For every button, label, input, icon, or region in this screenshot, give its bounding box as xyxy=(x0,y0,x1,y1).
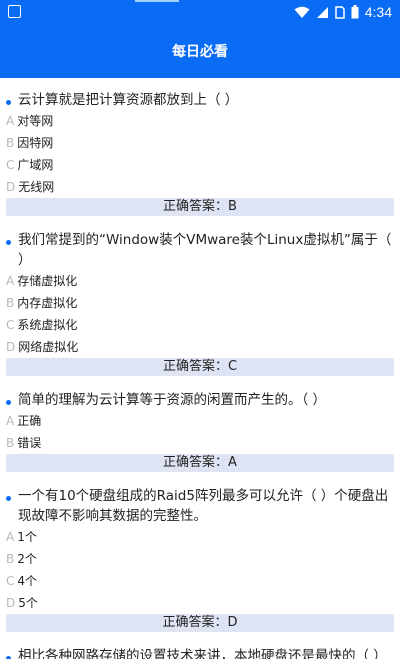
correct-answer-bar: 正确答案：B xyxy=(6,198,394,216)
question-text: 简单的理解为云计算等于资源的闲置而产生的。（ ） xyxy=(6,390,394,410)
option-letter: C xyxy=(6,574,15,588)
option-item[interactable]: C 4个 xyxy=(6,570,394,592)
option-text: 正确 xyxy=(17,414,42,428)
correct-answer-bar: 正确答案：C xyxy=(6,358,394,376)
option-letter: B xyxy=(6,436,15,450)
bullet-icon xyxy=(6,100,11,105)
option-text: 网络虚拟化 xyxy=(18,340,79,354)
option-letter: A xyxy=(6,274,15,288)
page-title: 每日必看 xyxy=(172,44,228,60)
option-item[interactable]: B 因特网 xyxy=(6,132,394,154)
option-text: 因特网 xyxy=(17,136,54,150)
option-text: 5个 xyxy=(18,596,38,610)
bullet-icon xyxy=(6,496,11,501)
question-text: 相比各种网路存储的设置技术来讲，本地硬盘还是最快的（ ） xyxy=(6,646,394,659)
option-letter: D xyxy=(6,340,16,354)
question-text: 云计算就是把计算资源都放到上（ ） xyxy=(6,90,394,110)
question-list[interactable]: 云计算就是把计算资源都放到上（ ） A 对等网 B 因特网 C 广域网 D 无线网 正确… xyxy=(0,90,400,659)
option-text: 对等网 xyxy=(17,114,54,128)
correct-answer-bar: 正确答案：A xyxy=(6,454,394,472)
status-bar: 4:34 xyxy=(0,0,400,24)
option-item[interactable]: B 错误 xyxy=(6,432,394,454)
option-item[interactable]: A 对等网 xyxy=(6,110,394,132)
option-item[interactable]: B 2个 xyxy=(6,548,394,570)
sim-icon xyxy=(335,5,345,19)
option-letter: B xyxy=(6,296,15,310)
option-text: 4个 xyxy=(17,574,38,588)
option-text: 无线网 xyxy=(18,180,55,194)
notification-indicator xyxy=(135,0,179,2)
question-text: 我们常提到的“Window装个VMware装个Linux虚拟机”属于（ ） xyxy=(6,230,394,270)
option-letter: A xyxy=(6,530,15,544)
wifi-icon xyxy=(294,6,310,18)
option-text: 内存虚拟化 xyxy=(17,296,78,310)
option-item[interactable]: C 系统虚拟化 xyxy=(6,314,394,336)
option-item[interactable]: A 存储虚拟化 xyxy=(6,270,394,292)
question-item: 我们常提到的“Window装个VMware装个Linux虚拟机”属于（ ） A存… xyxy=(0,230,400,358)
option-item[interactable]: B 内存虚拟化 xyxy=(6,292,394,314)
option-letter: C xyxy=(6,158,15,172)
option-text: 1个 xyxy=(17,530,37,544)
option-item[interactable]: C 广域网 xyxy=(6,154,394,176)
option-text: 广域网 xyxy=(17,158,54,172)
status-icons: 4:34 xyxy=(294,4,392,20)
bullet-icon xyxy=(6,240,11,245)
option-letter: C xyxy=(6,318,15,332)
question-item: 一个有10个硬盘组成的Raid5阵列最多可以允许（ ）个硬盘出现故障不影响其数据… xyxy=(0,486,400,614)
option-letter: B xyxy=(6,136,15,150)
question-item: 云计算就是把计算资源都放到上（ ） A 对等网 B 因特网 C 广域网 D 无线网 xyxy=(0,90,400,198)
option-text: 系统虚拟化 xyxy=(17,318,78,332)
app-notification-icon xyxy=(8,5,21,18)
app-bar: 每日必看 xyxy=(0,24,400,78)
option-letter: D xyxy=(6,596,16,610)
option-item[interactable]: A 正确 xyxy=(6,410,394,432)
option-letter: D xyxy=(6,180,16,194)
question-item: 简单的理解为云计算等于资源的闲置而产生的。（ ） A 正确 B 错误 xyxy=(0,390,400,454)
option-letter: A xyxy=(6,414,15,428)
question-item: 相比各种网路存储的设置技术来讲，本地硬盘还是最快的（ ） xyxy=(0,646,400,659)
option-text: 存储虚拟化 xyxy=(17,274,78,288)
option-item[interactable]: D 无线网 xyxy=(6,176,394,198)
option-item[interactable]: D 网络虚拟化 xyxy=(6,336,394,358)
option-letter: A xyxy=(6,114,15,128)
option-letter: B xyxy=(6,552,15,566)
signal-icon xyxy=(316,6,328,18)
option-text: 2个 xyxy=(17,552,37,566)
battery-icon xyxy=(351,5,359,19)
option-item[interactable]: A 1个 xyxy=(6,526,394,548)
question-text: 一个有10个硬盘组成的Raid5阵列最多可以允许（ ）个硬盘出现故障不影响其数据… xyxy=(6,486,394,526)
clock-time: 4:34 xyxy=(364,4,392,20)
bullet-icon xyxy=(6,400,11,405)
option-item[interactable]: D 5个 xyxy=(6,592,394,614)
correct-answer-bar: 正确答案：D xyxy=(6,614,394,632)
option-text: 错误 xyxy=(17,436,42,450)
